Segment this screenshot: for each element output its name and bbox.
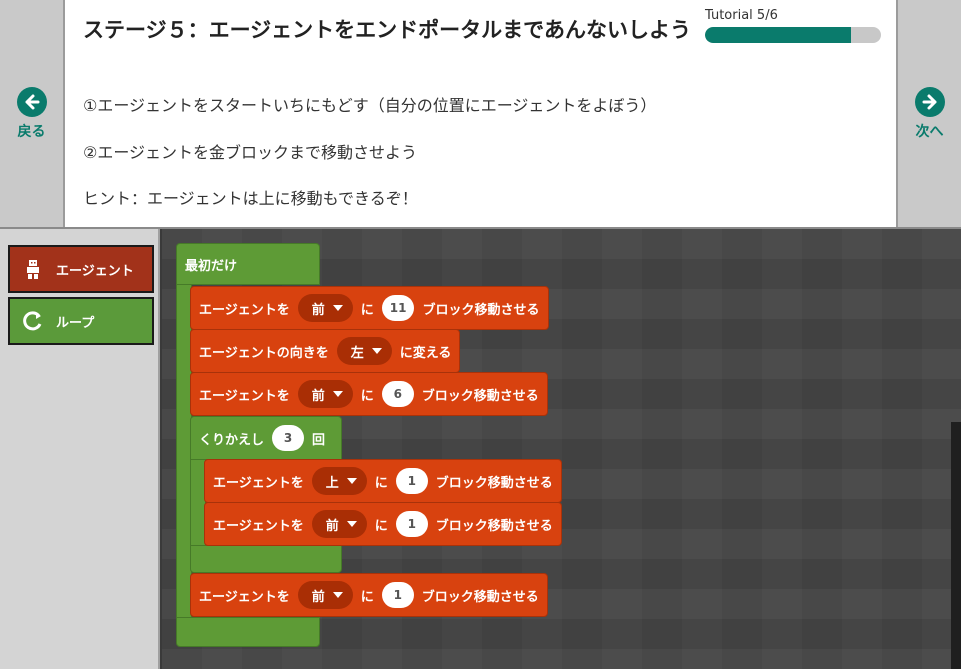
agent-move-block-3[interactable]: エージェントを 前 に 1 ブロック移動させる — [190, 573, 548, 617]
instruction-2: ②エージェントを金ブロックまで移動させよう — [83, 143, 418, 162]
block-text: エージェントを — [199, 388, 290, 404]
progress-fill — [705, 27, 852, 43]
repeat-block[interactable]: くりかえし 3 回 — [190, 416, 342, 460]
dropdown-value: 左 — [350, 345, 364, 361]
block-text: エージェントを — [199, 302, 290, 318]
dropdown-value: 前 — [311, 388, 325, 404]
agent-turn-block[interactable]: エージェントの向きを 左 に変える — [190, 329, 461, 373]
next-label: 次へ — [915, 123, 944, 140]
toolbox-loop-label: ループ — [56, 315, 95, 331]
block-text: 回 — [312, 432, 326, 448]
chevron-down-icon — [371, 348, 382, 354]
chevron-down-icon — [332, 592, 343, 598]
next-button[interactable]: 次へ — [896, 0, 961, 227]
count-input[interactable]: 1 — [381, 582, 414, 608]
block-text: エージェントを — [213, 475, 304, 491]
back-label: 戻る — [17, 123, 46, 140]
back-button[interactable]: 戻る — [0, 0, 65, 227]
instruction-card: ステージ５：エージェントをエンドポータルまであんないしよう Tutorial 5… — [65, 0, 897, 227]
start-block[interactable]: 最初だけ — [176, 243, 320, 285]
block-text: に — [360, 302, 374, 318]
agent-move-block-2[interactable]: エージェントを 前 に 6 ブロック移動させる — [190, 372, 548, 416]
workspace-scrollbar[interactable] — [951, 422, 961, 669]
direction-dropdown[interactable]: 前 — [297, 380, 353, 408]
direction-dropdown[interactable]: 上 — [311, 467, 367, 495]
start-block-label: 最初だけ — [185, 258, 238, 274]
dropdown-value: 上 — [325, 475, 339, 491]
block-text: に — [374, 518, 388, 534]
tutorial-label: Tutorial 5/6 — [705, 8, 778, 23]
agent-move-block-1[interactable]: エージェントを 前 に 11 ブロック移動させる — [190, 286, 549, 330]
turn-dropdown[interactable]: 左 — [336, 337, 392, 365]
arrow-left-icon — [16, 86, 47, 117]
count-input[interactable]: 6 — [381, 381, 414, 407]
block-text: くりかえし — [199, 432, 265, 448]
agent-icon — [22, 258, 44, 280]
dropdown-value: 前 — [311, 302, 325, 318]
block-text: ブロック移動させる — [421, 589, 539, 605]
count-input[interactable]: 1 — [395, 468, 428, 494]
chevron-down-icon — [346, 478, 357, 484]
tutorial-progress: Tutorial 5/6 — [705, 8, 881, 43]
dropdown-value: 前 — [311, 589, 325, 605]
count-input[interactable]: 1 — [395, 511, 428, 537]
page-title: ステージ５：エージェントをエンドポータルまであんないしよう — [83, 18, 691, 42]
direction-dropdown[interactable]: 前 — [311, 510, 367, 538]
repeat-block-footer — [190, 545, 342, 573]
block-text: ブロック移動させる — [435, 475, 553, 491]
count-input[interactable]: 11 — [381, 295, 415, 321]
arrow-right-icon — [914, 86, 945, 117]
direction-dropdown[interactable]: 前 — [297, 581, 353, 609]
toolbox-agent-category[interactable]: エージェント — [8, 245, 154, 293]
block-workspace[interactable]: 最初だけ エージェントを 前 に 11 ブロック移動させる エージェントの向きを… — [162, 229, 961, 669]
toolbox: エージェント ループ — [0, 229, 160, 669]
agent-move-block-forward[interactable]: エージェントを 前 に 1 ブロック移動させる — [204, 502, 562, 546]
toolbox-loop-category[interactable]: ループ — [8, 297, 154, 345]
dropdown-value: 前 — [325, 518, 339, 534]
start-block-footer — [176, 617, 320, 647]
toolbox-agent-label: エージェント — [56, 263, 134, 279]
block-text: に — [360, 388, 374, 404]
block-text: に — [360, 589, 374, 605]
progress-bar — [705, 27, 881, 43]
loop-icon — [22, 310, 44, 332]
block-text: に変える — [399, 345, 452, 361]
chevron-down-icon — [346, 521, 357, 527]
chevron-down-icon — [332, 391, 343, 397]
block-text: ブロック移動させる — [435, 518, 553, 534]
block-text: ブロック移動させる — [422, 302, 540, 318]
instruction-1: ①エージェントをスタートいちにもどす（自分の位置にエージェントをよぼう） — [83, 96, 657, 115]
block-text: エージェントを — [199, 589, 290, 605]
chevron-down-icon — [332, 305, 343, 311]
direction-dropdown[interactable]: 前 — [297, 294, 353, 322]
block-text: エージェントの向きを — [199, 345, 329, 361]
instruction-hint: ヒント：エージェントは上に移動もできるぞ！ — [83, 189, 418, 208]
block-text: エージェントを — [213, 518, 304, 534]
block-text: に — [374, 475, 388, 491]
agent-move-block-up[interactable]: エージェントを 上 に 1 ブロック移動させる — [204, 459, 562, 503]
instruction-panel: 戻る ステージ５：エージェントをエンドポータルまであんないしよう Tutoria… — [0, 0, 961, 229]
block-text: ブロック移動させる — [421, 388, 539, 404]
repeat-count-input[interactable]: 3 — [272, 425, 305, 451]
